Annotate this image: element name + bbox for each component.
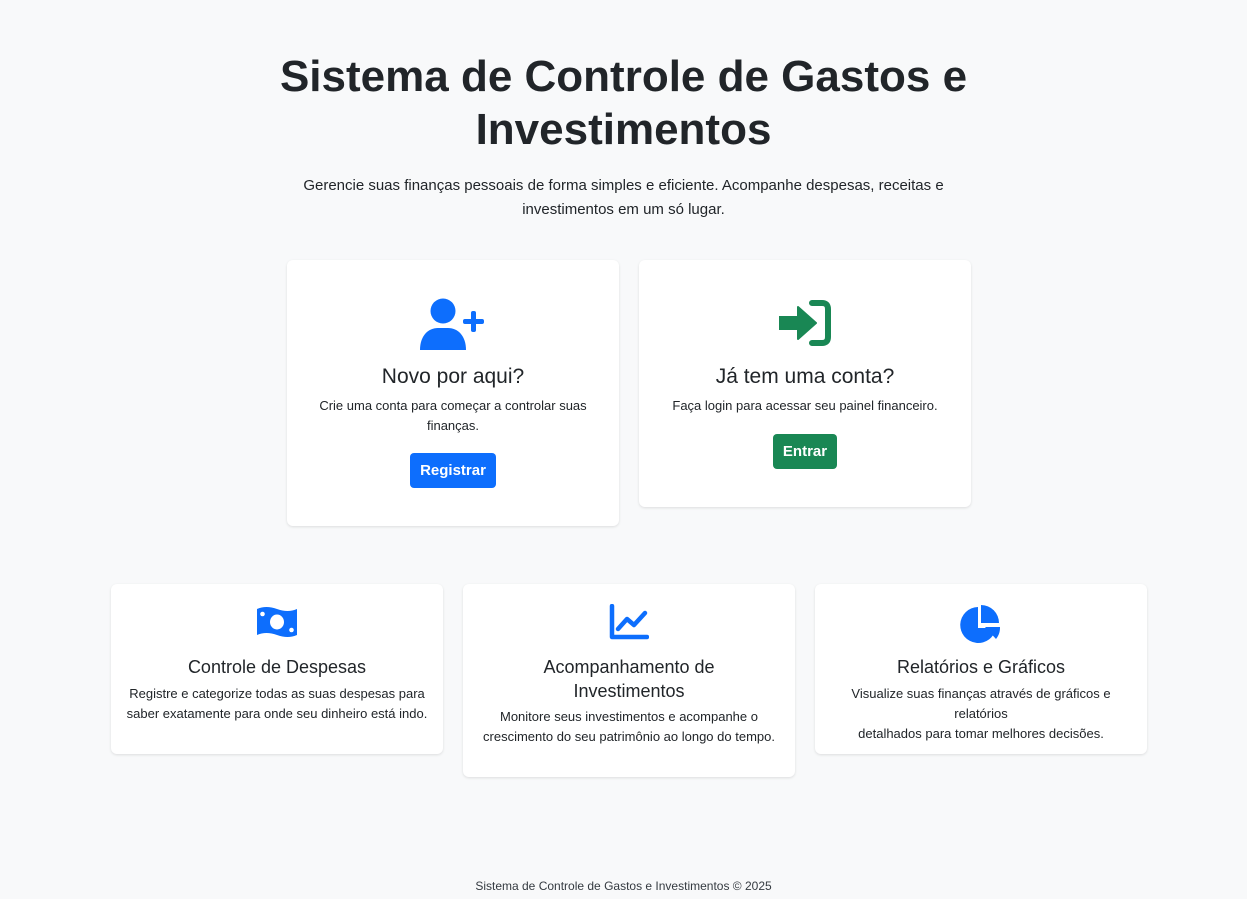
feature-text-line-1: Registre e categorize todas as suas desp… <box>129 686 425 701</box>
feature-text-line-2: crescimento do seu patrimônio ao longo d… <box>483 729 775 744</box>
landing-page: Sistema de Controle de Gastos e Investim… <box>0 0 1247 899</box>
feature-text: Monitore seus investimentos e acompanhe … <box>473 707 785 747</box>
register-card-title: Novo por aqui? <box>381 365 525 388</box>
feature-title-line-2: Investimentos <box>573 681 685 701</box>
line-chart-icon <box>463 604 795 640</box>
register-card-text-line-2: finanças. <box>426 418 480 433</box>
page-title: Sistema de Controle de Gastos e Investim… <box>0 50 1247 156</box>
feature-title: Controle de Despesas <box>187 657 367 677</box>
page-subtitle-line-1: Gerencie suas finanças pessoais de forma… <box>303 177 944 194</box>
feature-card-reports: Relatórios e Gráficos Visualize suas fin… <box>815 584 1147 754</box>
feature-text: Visualize suas finanças através de gráfi… <box>825 684 1137 744</box>
register-card: Novo por aqui? Crie uma conta para começ… <box>287 260 619 526</box>
pie-chart-icon <box>815 604 1147 644</box>
login-card: Já tem uma conta? Faça login para acessa… <box>639 260 971 507</box>
feature-title: Relatórios e Gráficos <box>896 657 1066 677</box>
feature-text-line-1: Monitore seus investimentos e acompanhe … <box>500 709 758 724</box>
feature-card-expenses: Controle de Despesas Registre e categori… <box>111 584 443 754</box>
page-title-line-1: Sistema de Controle de Gastos e <box>279 52 968 101</box>
feature-title-line-1: Acompanhamento de <box>543 657 715 677</box>
feature-text: Registre e categorize todas as suas desp… <box>121 684 433 724</box>
page-title-line-2: Investimentos <box>475 105 772 154</box>
user-plus-icon <box>287 298 619 350</box>
footer: Sistema de Controle de Gastos e Investim… <box>475 879 772 893</box>
page-subtitle-line-2: investimentos em um só lugar. <box>522 201 725 218</box>
feature-text-line-2: detalhados para tomar melhores decisões. <box>858 726 1104 741</box>
feature-text-line-1: Visualize suas finanças através de gráfi… <box>851 686 1111 721</box>
sign-in-icon <box>639 300 971 346</box>
login-button[interactable]: Entrar <box>773 434 837 469</box>
register-button[interactable]: Registrar <box>410 453 496 488</box>
feature-title: Acompanhamento de Investimentos <box>463 655 795 703</box>
register-card-text: Crie uma conta para começar a controlar … <box>307 396 599 436</box>
feature-text-line-2: saber exatamente para onde seu dinheiro … <box>126 706 428 721</box>
feature-card-investments: Acompanhamento de Investimentos Monitore… <box>463 584 795 777</box>
login-card-title: Já tem uma conta? <box>715 365 895 388</box>
page-subtitle: Gerencie suas finanças pessoais de forma… <box>0 174 1247 222</box>
login-card-text: Faça login para acessar seu painel finan… <box>672 398 938 413</box>
money-bill-icon <box>111 605 443 639</box>
register-card-text-line-1: Crie uma conta para começar a controlar … <box>319 398 587 413</box>
